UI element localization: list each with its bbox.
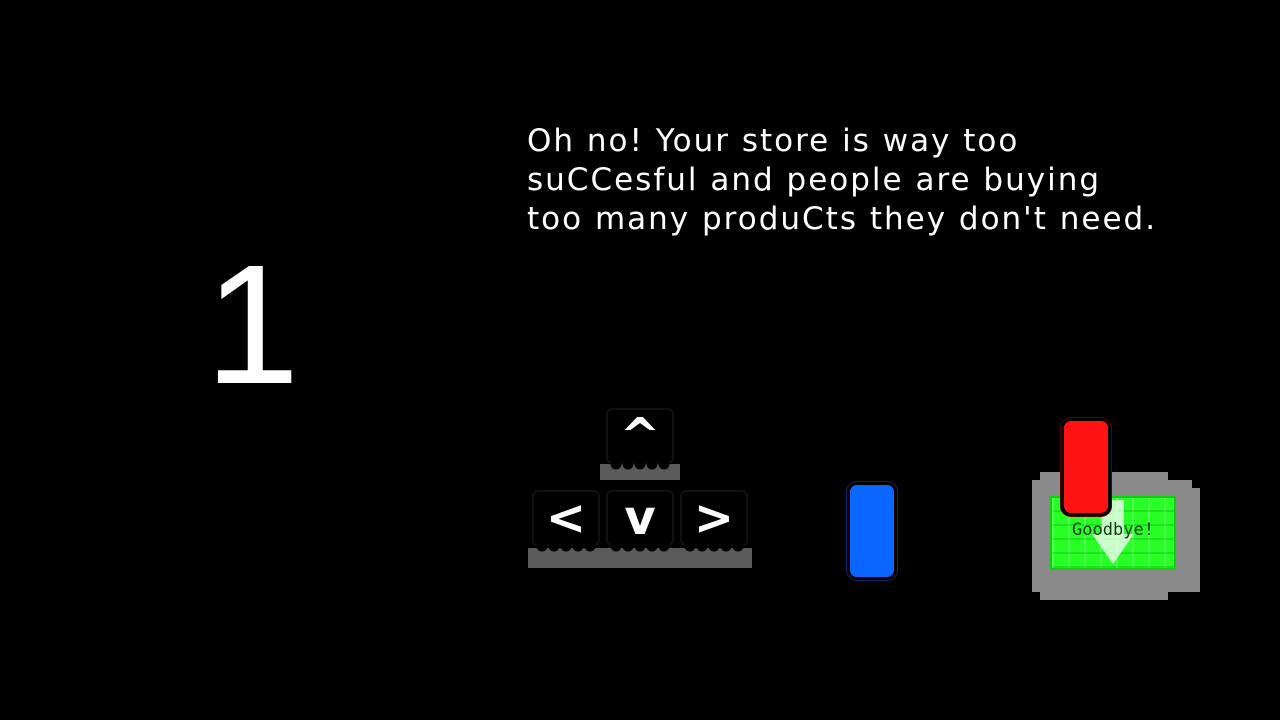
instruction-text: Oh no! Your store is way too suCCesful a… (527, 122, 1227, 239)
instruction-line: Oh no! Your store is way too (527, 123, 1020, 159)
blue-player (847, 482, 897, 580)
exit-label: Goodbye! (1072, 520, 1154, 540)
up-arrow-key[interactable]: ^ (606, 408, 674, 470)
down-arrow-key[interactable]: v (606, 490, 674, 552)
right-arrow-key[interactable]: > (680, 490, 748, 552)
instruction-line: too many produCts they don't need. (527, 201, 1158, 237)
left-arrow-key[interactable]: < (532, 490, 600, 552)
level-number: 1 (205, 230, 300, 420)
red-player (1061, 418, 1111, 516)
game-stage: 1 Oh no! Your store is way too suCCesful… (0, 0, 1280, 720)
instruction-line: suCCesful and people are buying (527, 162, 1102, 198)
